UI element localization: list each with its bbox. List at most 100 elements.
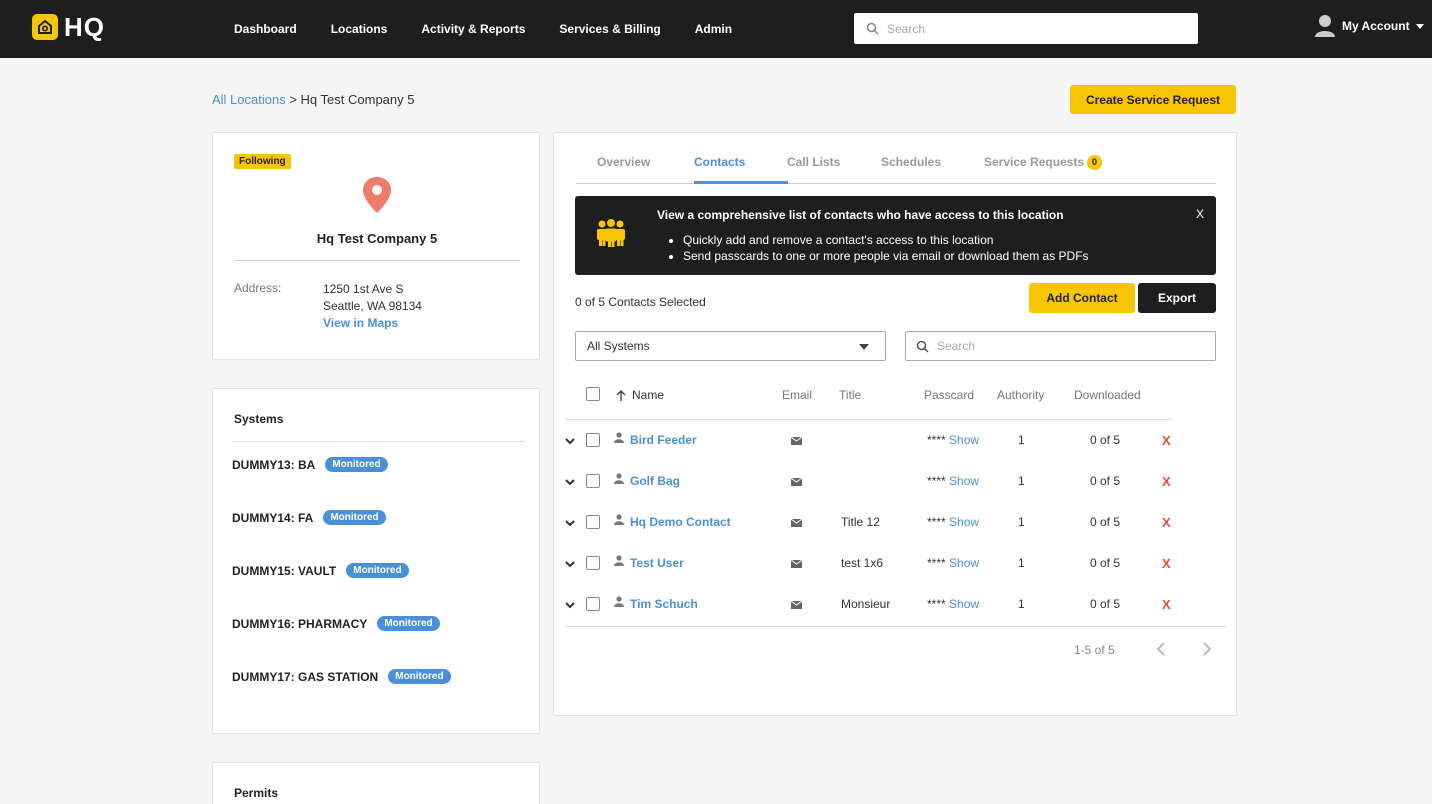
system-item[interactable]: DUMMY16: PHARMACY Monitored: [232, 616, 440, 631]
systems-title: Systems: [234, 412, 284, 426]
table-row: Bird Feeder **** Show 1 0 of 5 X: [554, 421, 1238, 462]
contact-name-link[interactable]: Hq Demo Contact: [630, 515, 731, 529]
row-checkbox[interactable]: [586, 597, 600, 611]
following-badge[interactable]: Following: [234, 154, 291, 169]
my-account-menu[interactable]: My Account: [1314, 14, 1424, 38]
chevron-down-icon[interactable]: [565, 479, 575, 486]
breadcrumb-all-locations[interactable]: All Locations: [212, 92, 286, 107]
email-icon[interactable]: [791, 560, 802, 568]
monitored-badge: Monitored: [388, 669, 451, 684]
tab-service-requests[interactable]: Service Requests 0: [984, 155, 1103, 171]
add-contact-button[interactable]: Add Contact: [1029, 283, 1135, 313]
show-passcard-link[interactable]: Show: [949, 515, 979, 529]
contact-name-link[interactable]: Golf Bag: [630, 474, 680, 488]
nav-locations[interactable]: Locations: [331, 22, 388, 36]
table-row: Hq Demo Contact Title 12 **** Show 1 0 o…: [554, 503, 1238, 544]
system-filter-select[interactable]: All Systems: [575, 331, 886, 361]
remove-contact-button[interactable]: X: [1162, 433, 1171, 448]
passcard-cell: **** Show: [927, 597, 979, 611]
tab-call-lists[interactable]: Call Lists: [787, 155, 840, 169]
remove-contact-button[interactable]: X: [1162, 515, 1171, 530]
nav-admin[interactable]: Admin: [695, 22, 732, 36]
chevron-down-icon[interactable]: [565, 438, 575, 445]
nav-services-billing[interactable]: Services & Billing: [559, 22, 660, 36]
address-label: Address:: [234, 281, 282, 295]
email-icon[interactable]: [791, 478, 802, 486]
system-item[interactable]: DUMMY17: GAS STATION Monitored: [232, 669, 451, 684]
view-in-maps-link[interactable]: View in Maps: [323, 315, 422, 332]
authority-value: 1: [1018, 556, 1025, 570]
select-all-checkbox[interactable]: [586, 387, 600, 401]
col-header-title: Title: [839, 388, 862, 402]
row-checkbox[interactable]: [586, 474, 600, 488]
chevron-down-icon[interactable]: [565, 602, 575, 609]
person-icon: [614, 473, 624, 484]
sort-arrow-up-icon[interactable]: [616, 390, 626, 401]
permits-title: Permits: [234, 786, 279, 800]
email-icon[interactable]: [791, 519, 802, 527]
contact-name-link[interactable]: Bird Feeder: [630, 433, 697, 447]
remove-contact-button[interactable]: X: [1162, 474, 1171, 489]
hq-logo[interactable]: HQ: [32, 14, 105, 40]
breadcrumb: All Locations > Hq Test Company 5: [212, 92, 414, 107]
contact-title: Monsieur: [841, 597, 891, 611]
downloaded-value: 0 of 5: [1090, 474, 1121, 488]
table-header-divider: [565, 419, 1172, 420]
col-header-authority: Authority: [997, 388, 1045, 402]
contacts-search-input[interactable]: [937, 339, 1197, 353]
system-name: DUMMY14: FA: [232, 510, 314, 525]
top-navigation-bar: HQ Dashboard Locations Activity & Report…: [0, 0, 1432, 58]
table-row: Tim Schuch Monsieur **** Show 1 0 of 5 X: [554, 585, 1238, 626]
system-item[interactable]: DUMMY13: BA Monitored: [232, 457, 388, 472]
close-banner-button[interactable]: X: [1196, 207, 1204, 221]
selected-count: 0 of 5 Contacts Selected: [575, 295, 706, 309]
global-search-input[interactable]: [887, 21, 1187, 36]
show-passcard-link[interactable]: Show: [949, 556, 979, 570]
info-banner: View a comprehensive list of contacts wh…: [575, 196, 1216, 275]
remove-contact-button[interactable]: X: [1162, 556, 1171, 571]
system-name: DUMMY15: VAULT: [232, 563, 337, 578]
system-item[interactable]: DUMMY14: FA Monitored: [232, 510, 386, 525]
breadcrumb-separator: >: [285, 92, 301, 107]
person-icon: [614, 432, 624, 443]
export-button[interactable]: Export: [1138, 283, 1216, 313]
row-checkbox[interactable]: [586, 515, 600, 529]
chevron-down-icon[interactable]: [565, 520, 575, 527]
active-tab-indicator: [694, 181, 788, 184]
system-name: DUMMY17: GAS STATION: [232, 669, 379, 684]
chevron-right-icon[interactable]: [1202, 641, 1212, 657]
show-passcard-link[interactable]: Show: [949, 597, 979, 611]
tab-schedules[interactable]: Schedules: [881, 155, 941, 169]
row-checkbox[interactable]: [586, 433, 600, 447]
system-item[interactable]: DUMMY15: VAULT Monitored: [232, 563, 409, 578]
caret-down-icon: [1415, 23, 1424, 29]
email-icon[interactable]: [791, 437, 802, 445]
contact-title: Title 12: [841, 515, 880, 529]
chevron-down-icon[interactable]: [565, 561, 575, 568]
contact-name-link[interactable]: Test User: [630, 556, 684, 570]
col-header-name[interactable]: Name: [632, 388, 664, 402]
info-banner-title: View a comprehensive list of contacts wh…: [657, 208, 1064, 222]
create-service-request-button[interactable]: Create Service Request: [1070, 85, 1236, 114]
contact-name-link[interactable]: Tim Schuch: [630, 597, 698, 611]
nav-activity-reports[interactable]: Activity & Reports: [421, 22, 525, 36]
chevron-left-icon[interactable]: [1156, 641, 1166, 657]
location-tabs: Overview Contacts Call Lists Schedules S…: [576, 133, 1216, 184]
passcard-mask: ****: [927, 597, 946, 611]
tab-service-requests-label: Service Requests: [984, 155, 1085, 169]
monitored-badge: Monitored: [346, 563, 409, 578]
remove-contact-button[interactable]: X: [1162, 597, 1171, 612]
nav-dashboard[interactable]: Dashboard: [234, 22, 297, 36]
location-name: Hq Test Company 5: [316, 231, 438, 246]
show-passcard-link[interactable]: Show: [949, 474, 979, 488]
tab-overview[interactable]: Overview: [597, 155, 650, 169]
contacts-panel: Overview Contacts Call Lists Schedules S…: [553, 132, 1237, 716]
show-passcard-link[interactable]: Show: [949, 433, 979, 447]
tab-contacts[interactable]: Contacts: [694, 155, 745, 169]
breadcrumb-current: Hq Test Company 5: [300, 92, 415, 107]
email-icon[interactable]: [791, 601, 802, 609]
col-header-passcard: Passcard: [924, 388, 975, 402]
user-avatar-icon: [1315, 15, 1335, 37]
row-checkbox[interactable]: [586, 556, 600, 570]
downloaded-value: 0 of 5: [1090, 433, 1121, 447]
